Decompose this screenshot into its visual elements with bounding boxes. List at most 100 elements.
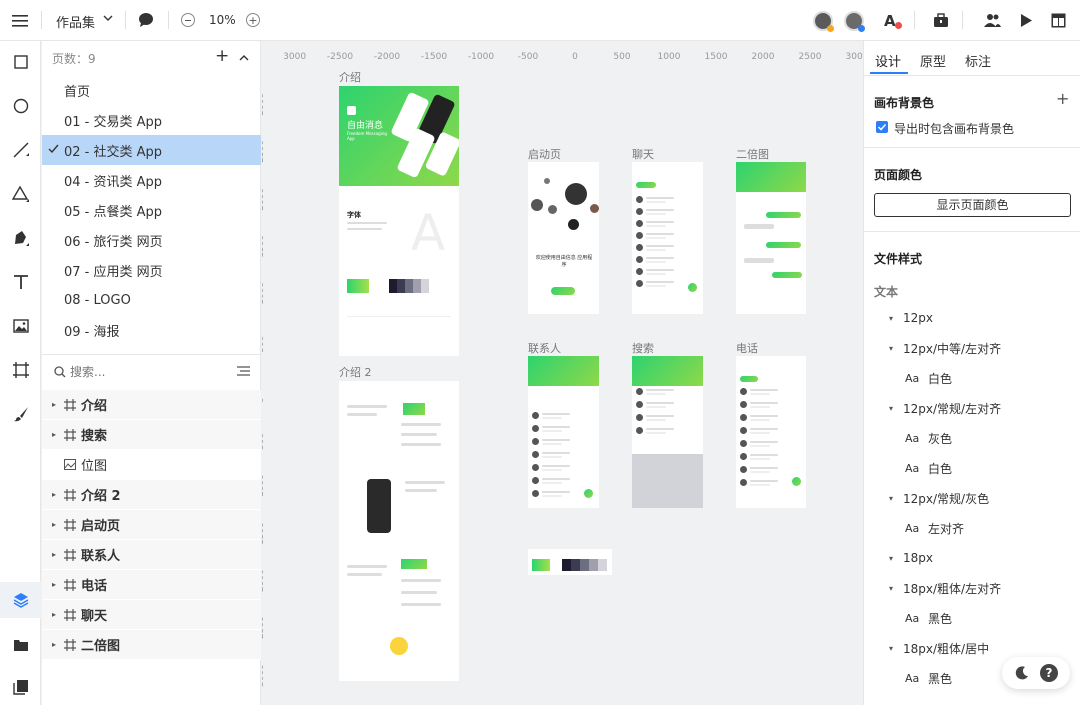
layer-item[interactable]: ▸ 介绍 [42,390,261,420]
mock-text-line [646,285,666,287]
font-sample-icon: Aa [905,521,920,535]
artboard-double[interactable] [736,162,806,314]
zoom-out-button[interactable] [181,13,195,27]
text-style-item[interactable]: ▾ 12px/常规/灰色 [864,483,1080,513]
text-style-item[interactable]: ▾ 12px/中等/左对齐 [864,333,1080,363]
add-page-button[interactable]: + [215,46,229,66]
help-icon[interactable]: ? [1040,664,1058,682]
artboard-search[interactable] [632,356,703,508]
comment-icon[interactable] [138,12,156,30]
artboard-contacts[interactable] [528,356,599,508]
artboard-label[interactable]: 电话 [736,340,758,356]
text-style-item[interactable]: ▾ 12px/常规/左对齐 [864,393,1080,423]
frame-icon [64,429,76,445]
artboard-label[interactable]: 联系人 [528,340,561,356]
dark-mode-icon[interactable] [1015,666,1029,684]
mock-text-line [646,389,674,391]
page-item-selected[interactable]: 02 - 社交类 App [42,135,261,165]
add-bg-button[interactable]: + [1056,89,1069,108]
layer-item[interactable]: ▸ 二倍图 [42,630,261,660]
caret-icon: ▾ [889,313,894,323]
filter-icon[interactable] [237,366,250,381]
artboard-label[interactable]: 介绍 2 [339,364,372,380]
layer-item[interactable]: ▸ 联系人 [42,540,261,570]
page-item[interactable]: 08 - LOGO [42,285,261,315]
tab-design[interactable]: 设计 [875,51,901,70]
mock-text-line [750,467,778,469]
layer-item[interactable]: ▸ 搜索 [42,420,261,450]
play-icon[interactable] [1020,13,1033,32]
zoom-level[interactable]: 10% [209,13,236,27]
export-bg-checkbox[interactable] [876,121,888,133]
text-style-item[interactable]: ▾ 18px [864,543,1080,573]
assets-icon[interactable] [0,627,41,663]
layout-panel-icon[interactable] [1051,13,1066,32]
artboard-label[interactable]: 二倍图 [736,146,769,162]
bitmap-swatches[interactable] [528,549,612,575]
text-style-item[interactable]: Aa 白色 [864,363,1080,393]
brush-tool-icon[interactable] [0,396,41,432]
show-page-color-button[interactable]: 显示页面颜色 [874,193,1071,217]
artboard-launch[interactable]: 欢迎使用自由信息 应用程序 [528,162,599,314]
text-tool-icon[interactable] [0,264,41,300]
layers-icon[interactable] [0,582,41,618]
frame-tool-icon[interactable] [0,352,41,388]
rectangle-tool-icon[interactable] [0,44,41,80]
mock-avatar [636,427,643,434]
mock-text-line [646,415,674,417]
zoom-in-button[interactable]: + [246,13,260,27]
collapse-icon[interactable] [239,51,249,66]
page-item[interactable]: 04 - 资讯类 App [42,165,261,195]
text-style-item[interactable]: ▾ 18px/粗体/左对齐 [864,573,1080,603]
layer-search-input[interactable] [70,363,210,381]
layer-item[interactable]: ▸ 电话 [42,570,261,600]
line-tool-icon[interactable] [0,132,41,168]
text-style-item[interactable]: Aa 左对齐 [864,513,1080,543]
text-style-item[interactable]: ▾ 12px [864,303,1080,333]
artboard-label[interactable]: 介绍 [339,69,361,85]
share-users-icon[interactable] [984,13,1001,32]
caret-icon: ▾ [889,643,894,653]
layer-item[interactable]: ▸ 聊天 [42,600,261,630]
chevron-down-icon[interactable] [102,12,114,26]
mock-text-line [542,413,570,415]
project-name[interactable]: 作品集 [56,12,95,31]
text-style-item[interactable]: Aa 白色 [864,453,1080,483]
mock-avatar [532,425,539,432]
ruler-x-tick: 500 [613,52,631,62]
caret-icon: ▾ [889,343,894,353]
artboard-phone[interactable] [736,356,806,508]
toolbox-icon[interactable] [933,13,949,32]
ellipse-tool-icon[interactable] [0,88,41,124]
tab-prototype[interactable]: 原型 [920,51,946,70]
artboard-label[interactable]: 搜索 [632,340,654,356]
layer-item[interactable]: ▸ 启动页 [42,510,261,540]
page-item[interactable]: 首页 [42,75,261,105]
page-item[interactable]: 05 - 点餐类 App [42,195,261,225]
mock-text-line [750,428,778,430]
status-dot [827,25,834,32]
artboard-intro[interactable]: 自由消息 Freedom Messaging App 字体 A [339,86,459,356]
design-canvas[interactable]: -3000 -2500 -2000 -1500 -1000 -500 0 500 1000 150… [262,41,862,705]
mock-avatar [636,401,643,408]
text-style-item[interactable]: Aa 灰色 [864,423,1080,453]
artboard-label[interactable]: 启动页 [528,146,561,162]
page-item[interactable]: 01 - 交易类 App [42,105,261,135]
page-item[interactable]: 09 - 海报 [42,315,261,345]
library-icon[interactable] [0,669,41,705]
artboard-intro2[interactable] [339,381,459,681]
tab-annotation[interactable]: 标注 [965,51,991,70]
frame-icon [64,489,76,505]
text-style-item[interactable]: Aa 黑色 [864,603,1080,633]
artboard-label[interactable]: 聊天 [632,146,654,162]
layer-item[interactable]: ▸ 介绍 2 [42,480,261,510]
pen-tool-icon[interactable] [0,220,41,256]
triangle-tool-icon[interactable] [0,176,41,212]
page-item[interactable]: 07 - 应用类 网页 [42,255,261,285]
menu-icon[interactable] [10,11,30,31]
font-missing-icon[interactable]: A [884,12,896,30]
artboard-chat[interactable] [632,162,703,314]
layer-item[interactable]: 位图 [42,450,261,480]
page-item[interactable]: 06 - 旅行类 网页 [42,225,261,255]
image-tool-icon[interactable] [0,308,41,344]
